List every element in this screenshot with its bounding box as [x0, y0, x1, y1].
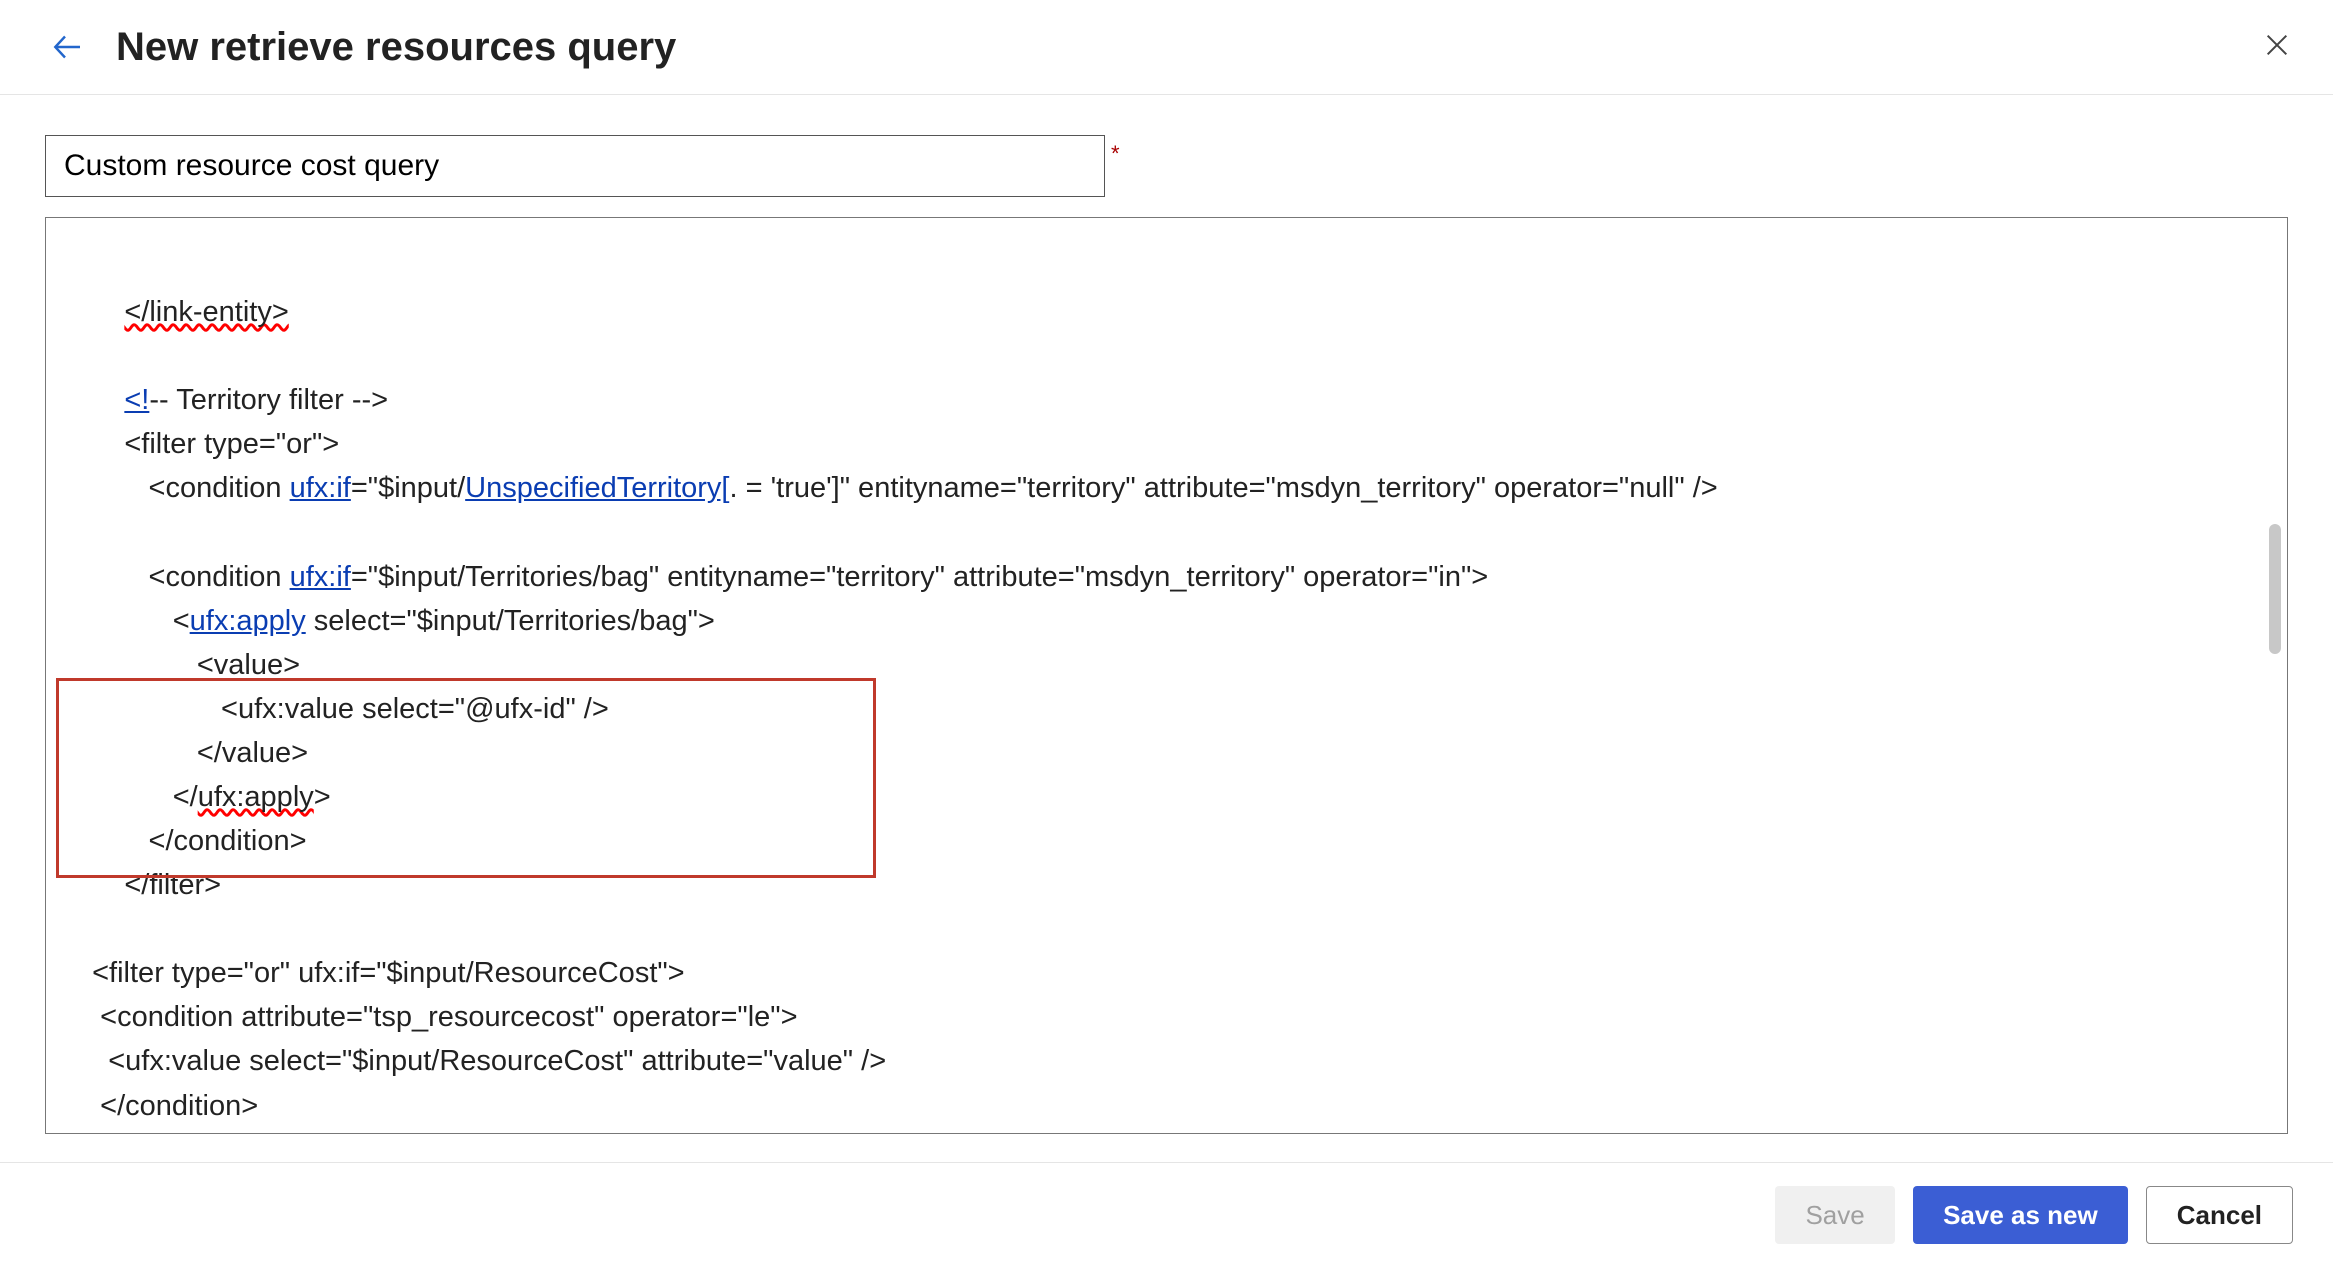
- code-line: [76, 907, 2241, 951]
- code-line: </condition>: [76, 1084, 2241, 1128]
- code-line: <condition ufx:if="$input/Territories/ba…: [76, 555, 2241, 599]
- code-line: [76, 334, 2241, 378]
- page-title: New retrieve resources query: [116, 25, 676, 70]
- query-editor[interactable]: </link-entity> <!-- Territory filter -->…: [45, 217, 2288, 1134]
- query-name-input[interactable]: [45, 135, 1105, 197]
- code-line: </link-entity>: [76, 290, 2241, 334]
- save-button: Save: [1775, 1186, 1895, 1244]
- back-arrow-icon[interactable]: [50, 29, 86, 65]
- footer: Save Save as new Cancel: [0, 1162, 2333, 1267]
- form-body: * </link-entity> <!-- Territory filter -…: [0, 95, 2333, 1162]
- required-mark: *: [1111, 141, 1120, 167]
- scrollbar-track[interactable]: [2265, 224, 2281, 1127]
- highlight-box: [56, 678, 876, 878]
- code-line: <condition ufx:if="$input/UnspecifiedTer…: [76, 466, 2241, 510]
- code-line: <filter type="or">: [76, 422, 2241, 466]
- code-line: [76, 511, 2241, 555]
- code-line: <!-- Territory filter -->: [76, 378, 2241, 422]
- scrollbar-thumb[interactable]: [2269, 524, 2281, 654]
- cancel-button[interactable]: Cancel: [2146, 1186, 2293, 1244]
- code-line: <ufx:apply select="$input/Territories/ba…: [76, 599, 2241, 643]
- save-as-new-button[interactable]: Save as new: [1913, 1186, 2128, 1244]
- code-line: <ufx:value select="$input/ResourceCost" …: [76, 1039, 2241, 1083]
- close-icon: [2261, 29, 2293, 61]
- close-button[interactable]: [2261, 29, 2293, 66]
- page-header: New retrieve resources query: [0, 0, 2333, 95]
- code-line: <filter type="or" ufx:if="$input/Resourc…: [76, 951, 2241, 995]
- code-line: <condition attribute="tsp_resourcecost" …: [76, 995, 2241, 1039]
- code-line: </filter>: [76, 1128, 2241, 1134]
